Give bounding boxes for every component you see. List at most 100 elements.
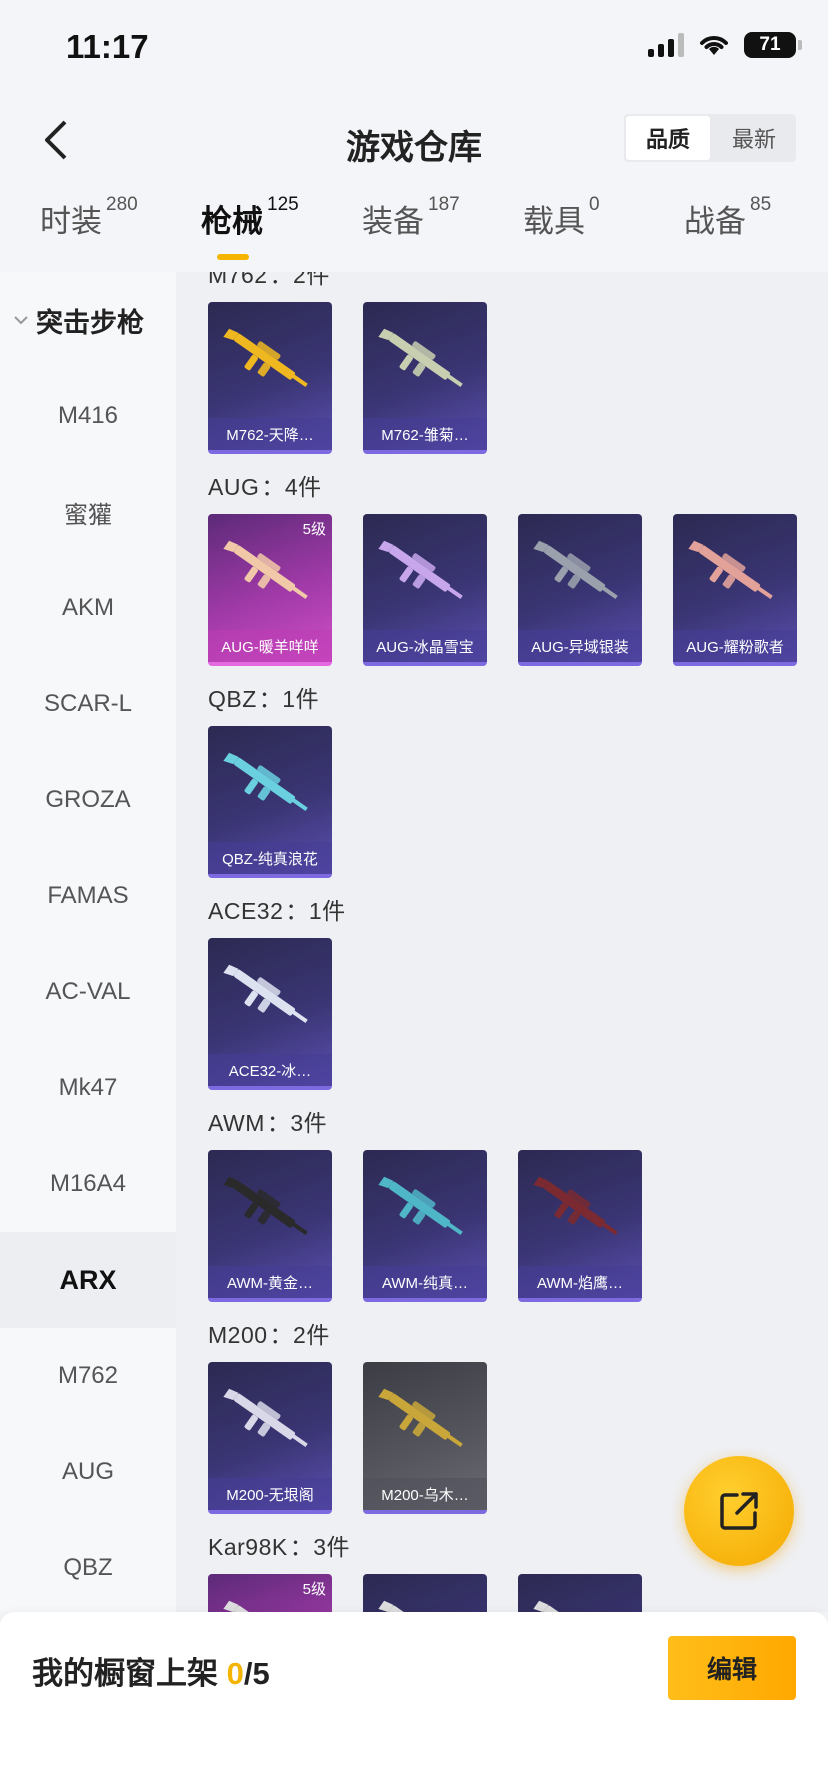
weapon-image xyxy=(378,1388,463,1448)
inventory-list[interactable]: M762：2件 M762-天降… M762-雏菊… AUG：4件 5级 AUG-暖羊咩咩 A… xyxy=(176,272,828,1612)
weapon-skin-card[interactable]: AWM-黄金… xyxy=(208,1150,332,1302)
status-icons: 71 xyxy=(648,32,802,58)
weapon-image xyxy=(533,540,618,600)
weapon-skin-name: M762-天降… xyxy=(208,418,332,450)
weapon-image xyxy=(688,540,773,600)
weapon-skin-card[interactable]: AUG-耀粉歌者 xyxy=(673,514,797,666)
chevron-down-icon xyxy=(14,316,28,325)
weapon-skin-name: ACE32-冰… xyxy=(208,1054,332,1086)
weapon-group: AUG：4件 5级 AUG-暖羊咩咩 AUG-冰晶雪宝 AUG-异域银装 AUG-耀粉歌者 xyxy=(176,464,828,676)
group-name: M762 xyxy=(208,272,268,288)
weapon-skin-name: AUG-冰晶雪宝 xyxy=(363,630,487,662)
weapon-group: ACE32：1件 ACE32-冰… xyxy=(176,888,828,1100)
weapon-skin-card[interactable]: AUG-异域银装 xyxy=(518,514,642,666)
sidebar-item-akm[interactable]: AKM xyxy=(0,560,176,656)
weapon-type-sidebar: 突击步枪 M416 蜜獾 AKM SCAR-L GROZA FAMAS AC-VAL Mk47… xyxy=(0,272,176,1612)
tab-label: 枪械 xyxy=(201,204,263,239)
tab-label: 战备 xyxy=(684,204,746,239)
group-title: QBZ：1件 xyxy=(208,680,319,714)
group-title: M762：2件 xyxy=(208,272,330,290)
group-count: ：1件 xyxy=(285,898,346,924)
group-name: ACE32 xyxy=(208,898,284,924)
weapon-image xyxy=(223,328,308,388)
sidebar-item-蜜獾[interactable]: 蜜獾 xyxy=(0,464,176,560)
sidebar-item-groza[interactable]: GROZA xyxy=(0,752,176,848)
weapon-card-row: 5级 AUG-暖羊咩咩 AUG-冰晶雪宝 AUG-异域银装 AUG-耀粉歌者 xyxy=(208,514,797,666)
sidebar-item-mk47[interactable]: Mk47 xyxy=(0,1040,176,1136)
weapon-skin-card[interactable]: M762-天降… xyxy=(208,302,332,454)
weapon-skin-name: AUG-耀粉歌者 xyxy=(673,630,797,662)
weapon-image xyxy=(533,1600,606,1612)
weapon-image xyxy=(378,540,463,600)
weapon-card-row: ACE32-冰… xyxy=(208,938,332,1090)
sidebar-item-arx[interactable]: ARX xyxy=(0,1232,176,1328)
weapon-image xyxy=(223,1388,308,1448)
shelf-current: 0 xyxy=(226,1656,244,1691)
weapon-skin-card[interactable]: AWM-纯真… xyxy=(363,1150,487,1302)
tab-label: 装备 xyxy=(362,204,424,239)
weapon-card-row: M200-无垠阁 M200-乌木… xyxy=(208,1362,487,1514)
tab-vehicles[interactable]: 载具 0 xyxy=(483,194,644,270)
weapon-skin-card[interactable]: AWM-焰鹰… xyxy=(518,1150,642,1302)
sort-quality-option[interactable]: 品质 xyxy=(626,116,710,160)
weapon-skin-card[interactable]: AUG-冰晶雪宝 xyxy=(363,514,487,666)
group-name: AWM xyxy=(208,1110,265,1136)
tab-count: 0 xyxy=(589,194,600,215)
weapon-skin-card[interactable]: 5级 xyxy=(208,1574,332,1612)
sidebar-item-aug[interactable]: AUG xyxy=(0,1424,176,1520)
weapon-skin-card[interactable]: M762-雏菊… xyxy=(363,302,487,454)
weapon-skin-card[interactable]: QBZ-纯真浪花 xyxy=(208,726,332,878)
weapon-image xyxy=(223,1176,308,1236)
sidebar-item-qbz[interactable]: QBZ xyxy=(0,1520,176,1612)
weapon-skin-card[interactable] xyxy=(518,1574,642,1612)
signal-icon xyxy=(648,33,684,57)
status-bar: 11:17 71 xyxy=(0,0,828,90)
sidebar-item-m416[interactable]: M416 xyxy=(0,368,176,464)
edit-button[interactable]: 编辑 xyxy=(668,1636,796,1700)
weapon-skin-card[interactable]: M200-无垠阁 xyxy=(208,1362,332,1514)
sort-toggle: 品质 最新 xyxy=(624,114,796,162)
weapon-card-row: 5级 xyxy=(208,1574,642,1612)
category-tabs: 时装 280 枪械 125 装备 187 载具 0 战备 85 xyxy=(0,194,828,270)
weapon-skin-card[interactable] xyxy=(363,1574,487,1612)
tab-equipment[interactable]: 装备 187 xyxy=(322,194,483,270)
weapon-skin-name: AUG-暖羊咩咩 xyxy=(208,630,332,662)
weapon-skin-name: AWM-焰鹰… xyxy=(518,1266,642,1298)
weapon-image xyxy=(378,1600,451,1612)
shelf-label: 我的橱窗上架 xyxy=(32,1656,227,1691)
tab-count: 280 xyxy=(106,194,138,215)
sidebar-item-ac-val[interactable]: AC-VAL xyxy=(0,944,176,1040)
group-title: ACE32：1件 xyxy=(208,892,346,926)
sidebar-item-scar-l[interactable]: SCAR-L xyxy=(0,656,176,752)
tab-fashion[interactable]: 时装 280 xyxy=(0,194,161,270)
sidebar-item-m16a4[interactable]: M16A4 xyxy=(0,1136,176,1232)
group-name: QBZ xyxy=(208,686,257,712)
tab-supplies[interactable]: 战备 85 xyxy=(644,194,805,270)
weapon-skin-name: AUG-异域银装 xyxy=(518,630,642,662)
group-name: M200 xyxy=(208,1322,268,1348)
tab-label: 载具 xyxy=(523,204,585,239)
sidebar-item-m762[interactable]: M762 xyxy=(0,1328,176,1424)
wifi-icon xyxy=(700,36,728,55)
weapon-skin-card[interactable]: ACE32-冰… xyxy=(208,938,332,1090)
weapon-skin-name: M200-乌木… xyxy=(363,1478,487,1510)
weapon-image xyxy=(223,752,308,812)
sidebar-group-assault-rifles[interactable]: 突击步枪 xyxy=(0,272,176,368)
group-title: AUG：4件 xyxy=(208,468,322,502)
sidebar-item-famas[interactable]: FAMAS xyxy=(0,848,176,944)
weapon-image xyxy=(533,1176,618,1236)
tab-count: 125 xyxy=(267,194,299,215)
share-button[interactable] xyxy=(684,1456,794,1566)
group-count: ：3件 xyxy=(289,1534,351,1560)
group-count: ：2件 xyxy=(269,272,330,288)
bottom-bar: 我的橱窗上架 0/5 编辑 xyxy=(0,1612,828,1792)
shelf-total: /5 xyxy=(243,1656,270,1691)
weapon-card-row: AWM-黄金… AWM-纯真… AWM-焰鹰… xyxy=(208,1150,642,1302)
sort-newest-option[interactable]: 最新 xyxy=(712,114,796,162)
weapon-group: M762：2件 M762-天降… M762-雏菊… xyxy=(176,272,828,464)
weapon-skin-card[interactable]: 5级 AUG-暖羊咩咩 xyxy=(208,514,332,666)
tab-count: 187 xyxy=(428,194,460,215)
weapon-skin-card[interactable]: M200-乌木… xyxy=(363,1362,487,1514)
weapon-group: QBZ：1件 QBZ-纯真浪花 xyxy=(176,676,828,888)
group-title: AWM：3件 xyxy=(208,1104,327,1138)
